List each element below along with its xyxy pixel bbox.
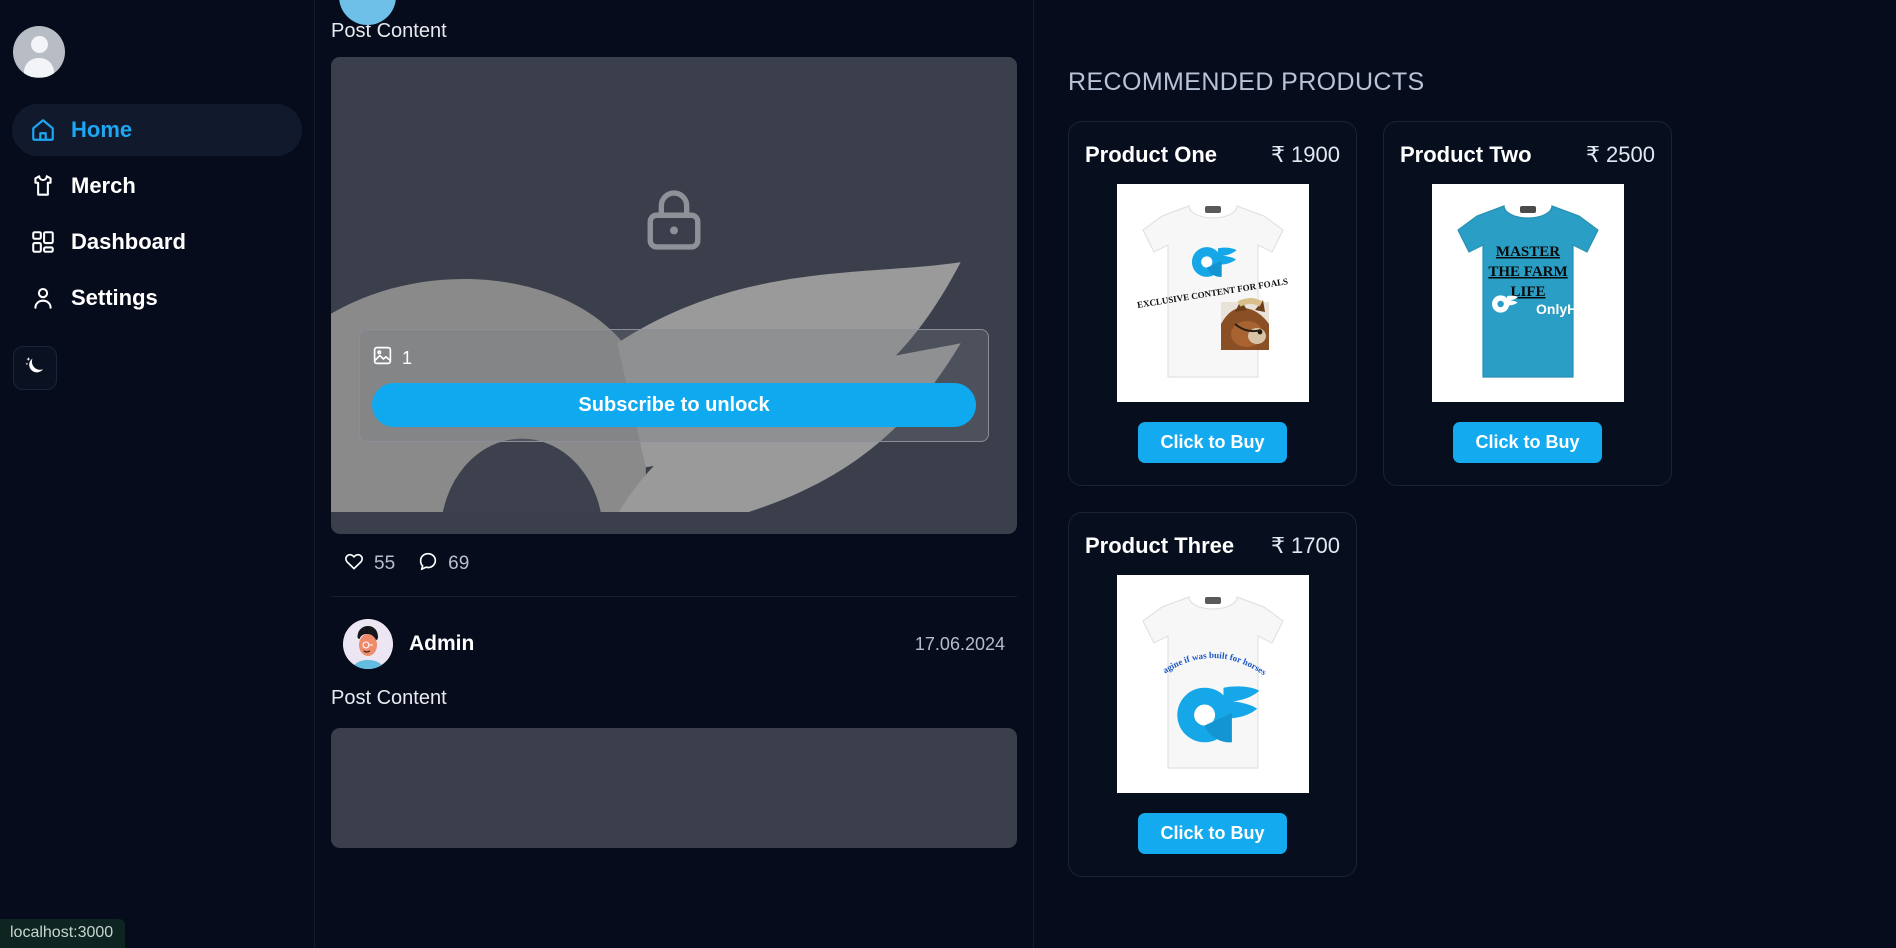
sidebar-nav: Home Merch Dashboard Settings bbox=[0, 104, 314, 324]
product-grid: Product One ₹ 1900 EXCLUSIVE CONTENT FOR… bbox=[1068, 121, 1862, 877]
post-stats: 55 69 bbox=[331, 534, 1017, 597]
shirt-brand: OnlyHorse bbox=[1536, 301, 1607, 317]
feed-column: Post Content 1 Subscribe to unlock 55 69… bbox=[315, 0, 1034, 948]
comment-icon bbox=[417, 550, 439, 578]
click-to-buy-button[interactable]: Click to Buy bbox=[1138, 422, 1287, 463]
comment-count: 69 bbox=[448, 553, 470, 574]
recommended-products-title: RECOMMENDED PRODUCTS bbox=[1068, 68, 1425, 96]
image-count-value: 1 bbox=[402, 347, 413, 368]
app-root: Home Merch Dashboard Settings localhost:… bbox=[0, 0, 1896, 948]
locked-media[interactable]: 1 Subscribe to unlock bbox=[331, 57, 1017, 534]
moon-stars-icon bbox=[23, 354, 47, 383]
product-card[interactable]: Product Three ₹ 1700 imagine if was buil… bbox=[1068, 512, 1357, 877]
product-name: Product Three bbox=[1085, 533, 1235, 558]
sidebar-item-label: Merch bbox=[71, 173, 136, 198]
like-button[interactable]: 55 bbox=[343, 550, 395, 578]
post-content-label: Post Content bbox=[331, 687, 447, 709]
post-media[interactable] bbox=[331, 728, 1017, 848]
like-count: 55 bbox=[374, 553, 396, 574]
sidebar-item-label: Home bbox=[71, 117, 133, 142]
subscribe-overlay: 1 Subscribe to unlock bbox=[359, 329, 989, 442]
user-avatar[interactable] bbox=[13, 26, 65, 78]
author-name: Admin bbox=[409, 632, 475, 655]
product-image: EXCLUSIVE CONTENT FOR FOALS bbox=[1116, 184, 1309, 402]
recommended-products-panel: RECOMMENDED PRODUCTS Product One ₹ 1900 bbox=[1034, 0, 1896, 948]
product-image: MASTER THE FARM LIFE OnlyHorse bbox=[1431, 184, 1624, 402]
product-header: Product Three ₹ 1700 bbox=[1085, 533, 1340, 559]
person-icon bbox=[30, 285, 56, 311]
sidebar-item-dashboard[interactable]: Dashboard bbox=[12, 216, 302, 268]
post-date: 17.06.2024 bbox=[914, 633, 1005, 654]
blurred-background bbox=[331, 57, 1017, 513]
click-to-buy-button[interactable]: Click to Buy bbox=[1453, 422, 1602, 463]
shirt-line-1: MASTER bbox=[1495, 244, 1559, 260]
home-icon bbox=[30, 117, 56, 143]
post-header: Admin 17.06.2024 bbox=[331, 597, 1017, 683]
product-card[interactable]: Product Two ₹ 2500 MASTER THE FARM LIFE bbox=[1383, 121, 1672, 486]
sidebar: Home Merch Dashboard Settings localhost:… bbox=[0, 0, 315, 948]
dashboard-grid-icon bbox=[30, 229, 56, 255]
post-locked: Post Content 1 Subscribe to unlock 55 69 bbox=[315, 0, 1033, 597]
image-count: 1 bbox=[372, 345, 976, 371]
sidebar-item-label: Dashboard bbox=[71, 229, 186, 254]
product-price: ₹ 1900 bbox=[1270, 142, 1340, 167]
heart-icon bbox=[343, 550, 365, 578]
avatar[interactable] bbox=[343, 619, 393, 669]
sidebar-item-settings[interactable]: Settings bbox=[12, 272, 302, 324]
product-price: ₹ 2500 bbox=[1585, 142, 1655, 167]
sidebar-item-home[interactable]: Home bbox=[12, 104, 302, 156]
product-name: Product One bbox=[1085, 142, 1218, 167]
product-header: Product Two ₹ 2500 bbox=[1400, 142, 1655, 168]
click-to-buy-button[interactable]: Click to Buy bbox=[1138, 813, 1287, 854]
status-bar-url: localhost:3000 bbox=[0, 919, 126, 948]
subscribe-to-unlock-button[interactable]: Subscribe to unlock bbox=[372, 383, 976, 427]
product-price: ₹ 1700 bbox=[1270, 533, 1340, 558]
tshirt-icon bbox=[30, 173, 56, 199]
theme-toggle-button[interactable] bbox=[13, 346, 57, 390]
post-admin: Admin 17.06.2024 Post Content bbox=[315, 597, 1033, 848]
sidebar-item-label: Settings bbox=[71, 285, 158, 310]
post-content-label: Post Content bbox=[331, 20, 447, 42]
image-icon bbox=[372, 345, 393, 371]
product-image: imagine if was built for horses... bbox=[1116, 575, 1309, 793]
product-card[interactable]: Product One ₹ 1900 EXCLUSIVE CONTENT FOR… bbox=[1068, 121, 1357, 486]
comment-button[interactable]: 69 bbox=[417, 550, 469, 578]
product-name: Product Two bbox=[1400, 142, 1532, 167]
shirt-line-2: THE FARM bbox=[1488, 264, 1567, 280]
product-header: Product One ₹ 1900 bbox=[1085, 142, 1340, 168]
sidebar-item-merch[interactable]: Merch bbox=[12, 160, 302, 212]
lock-icon bbox=[331, 182, 1017, 258]
